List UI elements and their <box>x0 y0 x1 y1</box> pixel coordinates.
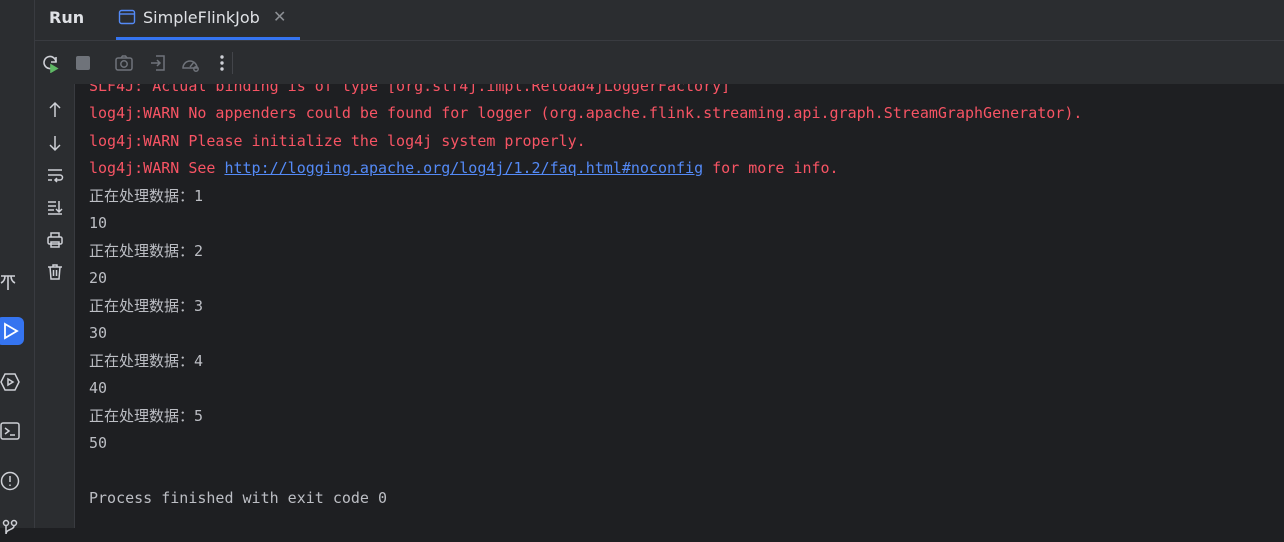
print-icon[interactable] <box>44 229 66 251</box>
console-line: log4j:WARN Please initialize the log4j s… <box>89 132 586 150</box>
tool-window-title: Run <box>49 8 85 27</box>
rerun-icon[interactable] <box>39 52 61 74</box>
terminal-icon[interactable] <box>0 417 24 445</box>
console-text: log4j:WARN See <box>89 159 225 177</box>
console-line: 40 <box>89 379 108 397</box>
gauge-icon[interactable] <box>179 52 201 74</box>
run-tool-header: Run SimpleFlinkJob ✕ <box>35 0 1284 41</box>
console-line: 正在处理数据：4 <box>89 352 204 370</box>
soft-wrap-icon[interactable] <box>44 164 66 186</box>
arrow-down-icon[interactable] <box>44 132 66 154</box>
scroll-to-end-icon[interactable] <box>44 196 66 218</box>
console-actions <box>35 84 75 528</box>
run-toolbar <box>35 41 1284 84</box>
exit-icon[interactable] <box>147 52 169 74</box>
run-icon[interactable] <box>0 317 24 345</box>
console-line: log4j:WARN See http://logging.apache.org… <box>89 158 839 178</box>
tab-simpleflinkjob[interactable]: SimpleFlinkJob ✕ <box>116 0 300 40</box>
git-icon[interactable] <box>0 514 24 542</box>
stop-icon[interactable] <box>72 52 94 74</box>
exit-status-line: Process finished with exit code 0 <box>89 489 388 507</box>
problems-icon[interactable] <box>0 467 24 495</box>
console-line: 20 <box>89 269 108 287</box>
console-line: 正在处理数据：3 <box>89 297 204 315</box>
console-line: log4j:WARN No appenders could be found f… <box>89 104 1083 122</box>
console-line: 50 <box>89 434 108 452</box>
camera-icon[interactable] <box>113 52 135 74</box>
log4j-faq-link[interactable]: http://logging.apache.org/log4j/1.2/faq.… <box>224 159 703 177</box>
arrow-up-icon[interactable] <box>44 99 66 121</box>
run-configuration-icon <box>118 8 136 26</box>
build-icon[interactable] <box>0 268 24 296</box>
console-line: 30 <box>89 324 108 342</box>
console-line: SLF4J: Actual binding is of type [org.sl… <box>89 84 731 95</box>
trash-icon[interactable] <box>44 261 66 283</box>
more-vertical-icon[interactable] <box>211 52 233 74</box>
tab-label: SimpleFlinkJob <box>143 8 260 27</box>
console-line: 正在处理数据：5 <box>89 407 204 425</box>
console-line: 正在处理数据：2 <box>89 242 204 260</box>
console-line: 正在处理数据：1 <box>89 187 204 205</box>
console-text: for more info. <box>703 159 839 177</box>
console-line: 10 <box>89 214 108 232</box>
close-icon[interactable]: ✕ <box>273 7 286 26</box>
console-output[interactable]: SLF4J: Actual binding is of type [org.sl… <box>75 84 1284 528</box>
services-icon[interactable] <box>0 368 24 396</box>
left-tool-strip <box>0 0 35 535</box>
